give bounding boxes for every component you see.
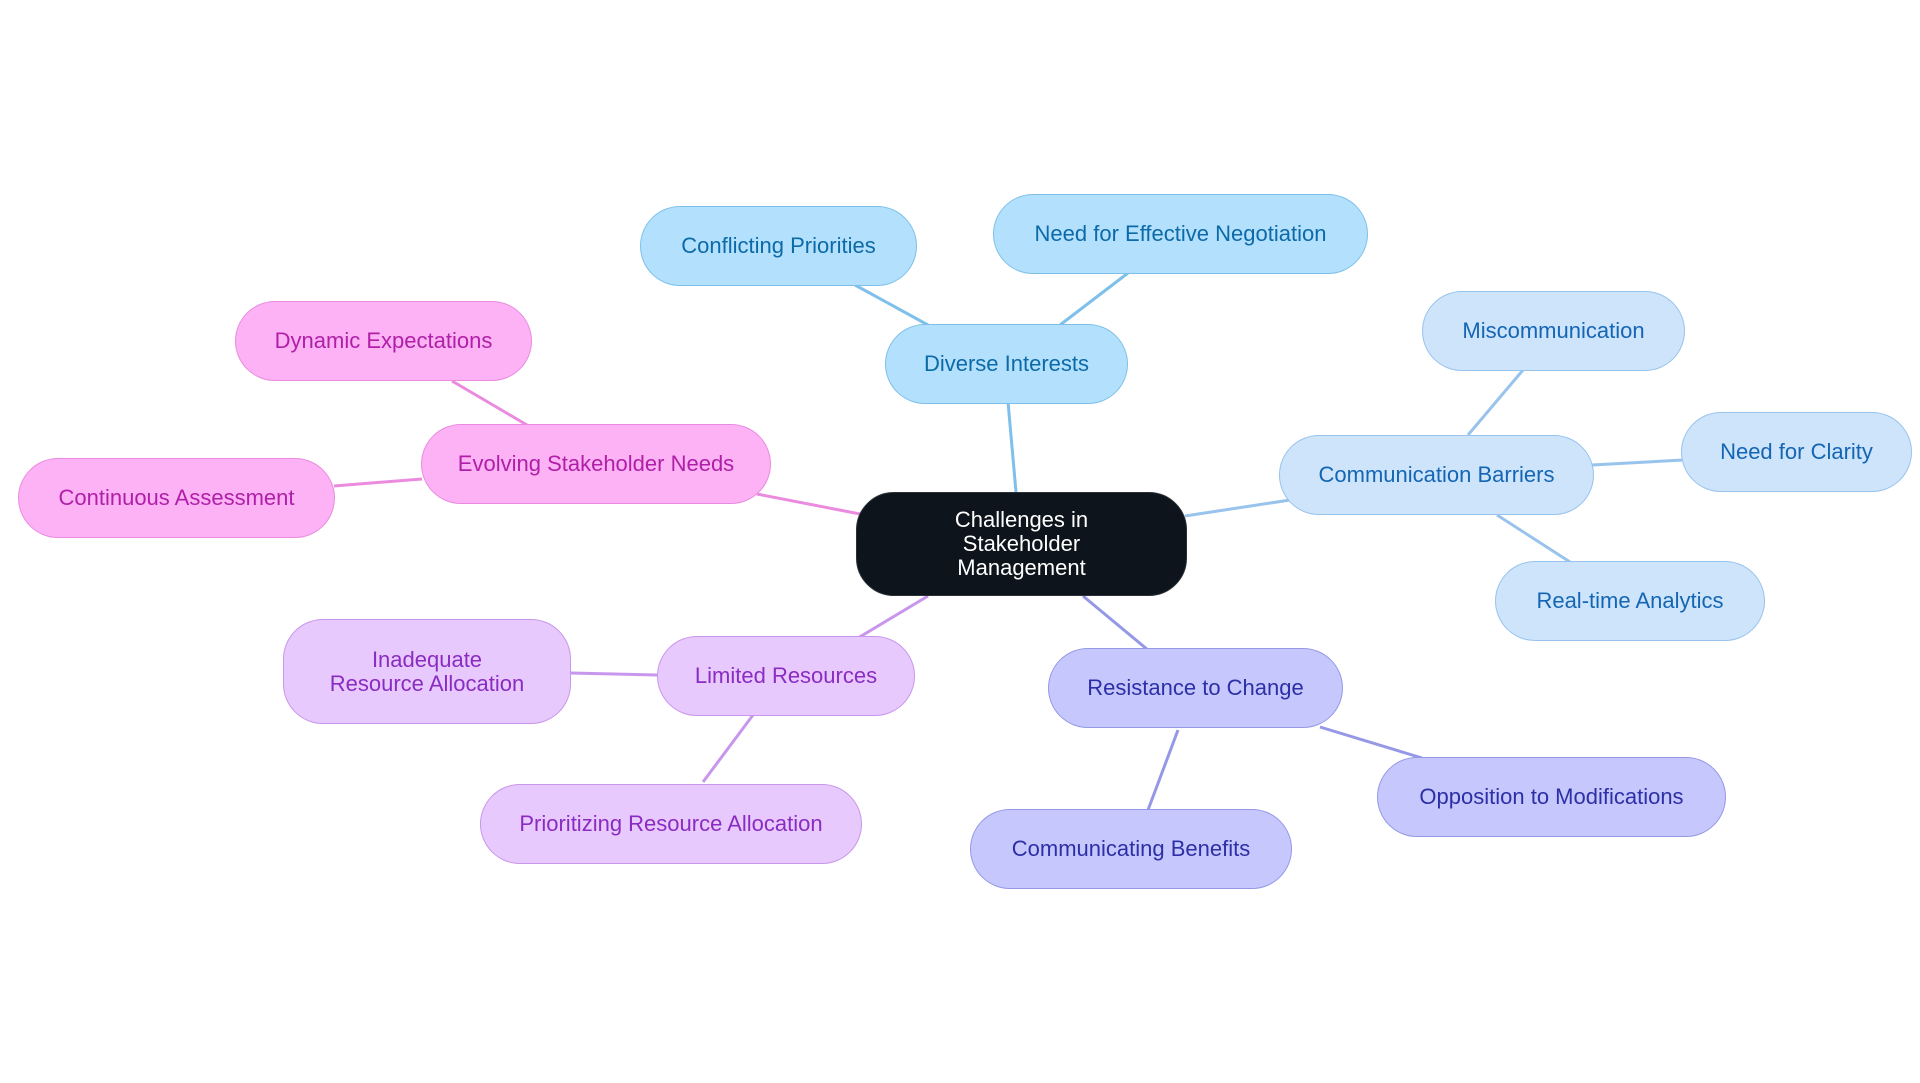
node-need-for-effective-negotiation[interactable]: Need for Effective Negotiation <box>993 194 1368 274</box>
node-label: Miscommunication <box>1462 318 1645 343</box>
node-label: Need for Effective Negotiation <box>1034 221 1327 246</box>
edge-evolving-dynamic <box>451 379 528 427</box>
edge-limited-prioritizing <box>701 714 755 783</box>
node-inadequate-resource-allocation[interactable]: Inadequate Resource Allocation <box>283 619 571 724</box>
edge-comm-clarity <box>1591 458 1684 467</box>
edge-diverse-conflicting <box>854 283 929 327</box>
node-continuous-assessment[interactable]: Continuous Assessment <box>18 458 335 538</box>
node-communicating-benefits[interactable]: Communicating Benefits <box>970 809 1292 889</box>
edge-limited-inadequate <box>569 671 658 677</box>
node-label: Real-time Analytics <box>1536 588 1724 613</box>
node-label: Continuous Assessment <box>58 485 295 510</box>
node-label: Resistance to Change <box>1087 675 1304 700</box>
node-prioritizing-resource-allocation[interactable]: Prioritizing Resource Allocation <box>480 784 862 864</box>
edge-root-comm <box>1184 498 1291 518</box>
edge-comm-miscomm <box>1466 369 1525 436</box>
node-label: Evolving Stakeholder Needs <box>457 451 735 476</box>
node-need-for-clarity[interactable]: Need for Clarity <box>1681 412 1912 492</box>
edge-root-resist <box>1082 594 1149 652</box>
edge-resist-opposition <box>1319 725 1423 760</box>
node-resistance-to-change[interactable]: Resistance to Change <box>1048 648 1343 728</box>
node-label: Inadequate Resource Allocation <box>329 646 525 696</box>
node-label: Communication Barriers <box>1318 462 1555 487</box>
root-label: Challenges in Stakeholder Management <box>954 507 1089 580</box>
node-opposition-to-modifications[interactable]: Opposition to Modifications <box>1377 757 1726 837</box>
root-node[interactable]: Challenges in Stakeholder Management <box>856 492 1187 596</box>
node-label: Communicating Benefits <box>1011 836 1251 861</box>
node-diverse-interests[interactable]: Diverse Interests <box>885 324 1128 404</box>
edge-resist-benefits <box>1146 729 1180 811</box>
node-miscommunication[interactable]: Miscommunication <box>1422 291 1685 371</box>
edge-root-diverse <box>1006 401 1018 493</box>
node-label: Prioritizing Resource Allocation <box>519 811 823 836</box>
node-label: Need for Clarity <box>1720 439 1873 464</box>
node-label: Conflicting Priorities <box>681 233 876 258</box>
node-communication-barriers[interactable]: Communication Barriers <box>1279 435 1594 515</box>
node-dynamic-expectations[interactable]: Dynamic Expectations <box>235 301 532 381</box>
node-label: Limited Resources <box>694 663 878 688</box>
node-label: Dynamic Expectations <box>274 328 493 353</box>
node-label: Opposition to Modifications <box>1419 784 1684 809</box>
edge-root-evolving <box>756 492 861 516</box>
edge-root-limited <box>857 594 929 640</box>
edge-comm-analytics <box>1496 513 1571 564</box>
edge-diverse-negotiation <box>1059 271 1129 327</box>
node-evolving-stakeholder-needs[interactable]: Evolving Stakeholder Needs <box>421 424 771 504</box>
node-conflicting-priorities[interactable]: Conflicting Priorities <box>640 206 917 286</box>
node-real-time-analytics[interactable]: Real-time Analytics <box>1495 561 1765 641</box>
node-label: Diverse Interests <box>923 351 1090 376</box>
edge-evolving-continuous <box>333 477 423 488</box>
node-limited-resources[interactable]: Limited Resources <box>657 636 915 716</box>
